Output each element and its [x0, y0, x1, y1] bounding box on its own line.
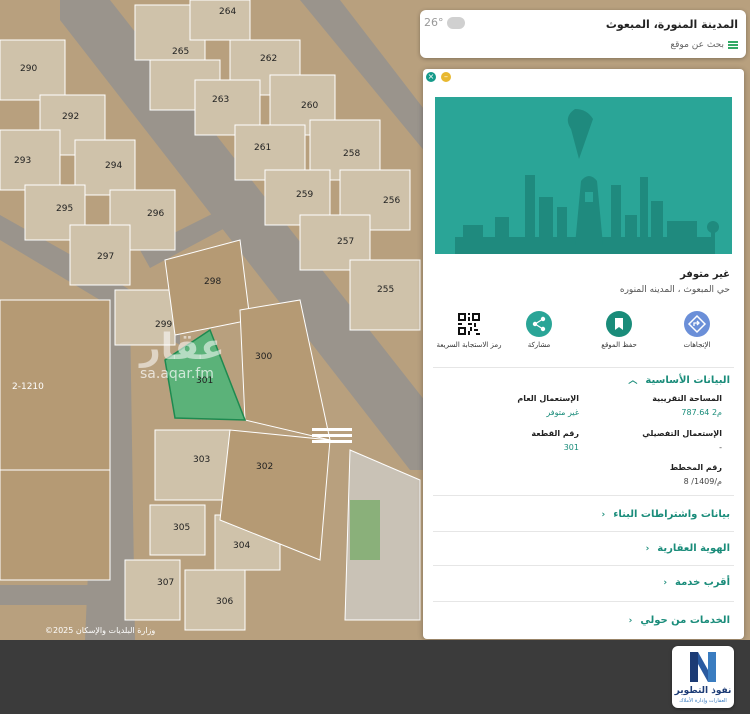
detailed-use-value: -	[719, 443, 722, 452]
building-requirements-header[interactable]: بيانات واشتراطات البناء ‹	[602, 509, 730, 520]
divider	[433, 495, 734, 496]
share-button[interactable]: مشاركة	[504, 311, 574, 349]
divider	[433, 367, 734, 368]
parcel-label[interactable]: 263	[212, 95, 229, 105]
parcel-label[interactable]: 296	[147, 209, 164, 219]
basic-data-header[interactable]: البيانات الأساسية ︿	[628, 373, 730, 386]
riyadh-skyline-icon	[435, 97, 732, 254]
parcel-label[interactable]: 304	[233, 541, 250, 551]
parcel-label[interactable]: 290	[20, 64, 37, 74]
parcel-label[interactable]: 260	[301, 101, 318, 111]
parcel-label[interactable]: 298	[204, 277, 221, 287]
parcel-label[interactable]: 292	[62, 112, 79, 122]
brand-logo: نفوذ التطوير العقارات وإدارة الأملاك	[672, 646, 734, 708]
property-identity-header[interactable]: الهوية العقارية ‹	[646, 543, 730, 554]
bottom-bar: نفوذ التطوير العقارات وإدارة الأملاك	[0, 640, 750, 714]
parcel-label[interactable]: 294	[105, 161, 122, 171]
nearby-services-header[interactable]: الخدمات من حولي ‹	[629, 615, 730, 626]
parcel-label[interactable]: 307	[157, 578, 174, 588]
watermark: عقار sa.aqar.fm	[140, 327, 225, 383]
search-input[interactable]: بحث عن موقع	[670, 40, 738, 50]
location-title: المدينة المنورة، المبعوث	[605, 18, 738, 31]
parcel-label[interactable]: 306	[216, 597, 233, 607]
nearest-service-header[interactable]: أقرب خدمة ‹	[663, 577, 730, 588]
parcel-label[interactable]: 293	[14, 156, 31, 166]
action-bar: الإتجاهات حفظ الموقع مشاركة رمز الاستجاب…	[437, 311, 732, 361]
minimize-button[interactable]: –	[441, 72, 451, 82]
share-label: مشاركة	[527, 341, 551, 349]
close-button[interactable]: ×	[426, 72, 436, 82]
divider	[433, 601, 734, 602]
parcel-label[interactable]: 258	[343, 149, 360, 159]
chevron-left-icon: ‹	[601, 510, 606, 520]
building-requirements-title: بيانات واشتراطات البناء	[613, 509, 730, 520]
search-placeholder: بحث عن موقع	[670, 40, 724, 50]
map-copyright: ©2025 وزارة البلديات والإسكان	[45, 626, 156, 635]
availability-status: غير متوفر	[680, 269, 730, 280]
parcel-label[interactable]: 257	[337, 237, 354, 247]
menu-icon[interactable]	[728, 40, 738, 49]
qr-code-button[interactable]: رمز الاستجابة السريعة	[434, 311, 504, 349]
divider	[433, 531, 734, 532]
parcel-label[interactable]: 300	[255, 352, 272, 362]
general-use-value: غير متوفر	[546, 408, 579, 417]
directions-icon	[684, 311, 710, 337]
chevron-left-icon: ‹	[628, 616, 633, 626]
block-label: 2-1210	[12, 382, 44, 392]
share-icon	[526, 311, 552, 337]
save-location-button[interactable]: حفظ الموقع	[584, 311, 654, 349]
basic-data-title: البيانات الأساسية	[645, 375, 730, 386]
nearest-service-title: أقرب خدمة	[675, 577, 730, 588]
parcel-label[interactable]: 295	[56, 204, 73, 214]
directions-label: الإتجاهات	[683, 341, 711, 349]
watermark-logo: عقار	[140, 327, 225, 368]
chevron-left-icon: ‹	[645, 544, 650, 554]
nearby-services-title: الخدمات من حولي	[640, 615, 730, 626]
parcel-label[interactable]: 255	[377, 285, 394, 295]
search-card[interactable]: المدينة المنورة، المبعوث بحث عن موقع 26°	[420, 10, 746, 58]
approx-area-value: 787.64 م2	[681, 408, 722, 417]
chevron-up-icon: ︿	[628, 376, 638, 386]
parcel-label[interactable]: 303	[193, 455, 210, 465]
parcel-label[interactable]: 261	[254, 143, 271, 153]
directions-button[interactable]: الإتجاهات	[662, 311, 732, 349]
divider	[433, 565, 734, 566]
general-use-label: الإستعمال العام	[517, 394, 579, 403]
brand-mark-icon	[690, 652, 716, 682]
brand-subtitle: العقارات وإدارة الأملاك	[679, 698, 727, 704]
temperature: 26°	[424, 16, 444, 29]
property-banner-image	[435, 97, 732, 254]
parcel-label[interactable]: 256	[383, 196, 400, 206]
parcel-label[interactable]: 262	[260, 54, 277, 64]
approx-area-label: المساحة التقريبية	[652, 394, 722, 403]
parcel-label[interactable]: 264	[219, 7, 236, 17]
bookmark-icon	[606, 311, 632, 337]
parcel-number-label: رقم القطعة	[531, 429, 579, 438]
save-location-label: حفظ الموقع	[601, 341, 637, 349]
chevron-left-icon: ‹	[663, 578, 668, 588]
plan-number-value: م/1409/ 8	[683, 477, 722, 486]
property-location: حي المبعوث ، المدينه المنوره	[619, 285, 730, 295]
property-panel: × – غير متوفر حي المبعوث ، المدينه المنو…	[423, 69, 744, 639]
qr-code-label: رمز الاستجابة السريعة	[436, 341, 502, 349]
watermark-url: sa.aqar.fm	[140, 366, 214, 382]
parcel-label[interactable]: 302	[256, 462, 273, 472]
parcel-label[interactable]: 297	[97, 252, 114, 262]
brand-title: نفوذ التطوير	[674, 686, 732, 696]
parcel-label[interactable]: 265	[172, 47, 189, 57]
property-identity-title: الهوية العقارية	[657, 543, 730, 554]
detailed-use-label: الإستعمال التفصيلي	[642, 429, 722, 438]
plan-number-label: رقم المخطط	[669, 463, 722, 472]
parcel-label[interactable]: 259	[296, 190, 313, 200]
qr-code-icon	[456, 311, 482, 337]
cloud-icon	[446, 17, 465, 29]
parcel-number-value: 301	[563, 443, 579, 452]
weather-widget: 26°	[424, 16, 465, 29]
parcel-label[interactable]: 305	[173, 523, 190, 533]
